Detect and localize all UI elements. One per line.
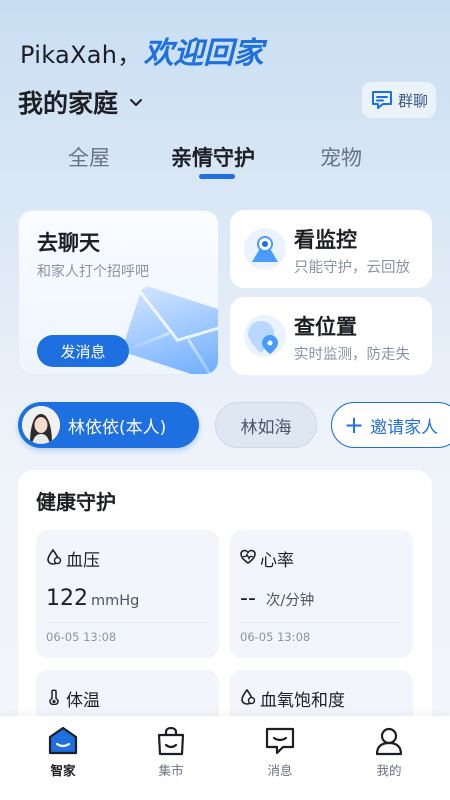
- health-time: 06-05 13:08: [46, 630, 117, 644]
- chevron-down-icon: [130, 99, 143, 106]
- chat-bubble-icon: [371, 91, 392, 109]
- member-chip-self[interactable]: 林依依(本人): [18, 402, 199, 448]
- monitor-card-subtitle: 只能守护，云回放: [294, 260, 410, 276]
- chat-card[interactable]: 去聊天 和家人打个招呼吧 发消息: [18, 210, 219, 375]
- location-card[interactable]: 查位置 实时监测，防走失: [230, 297, 432, 375]
- shopping-bag-icon: [157, 726, 185, 756]
- camera-icon: [244, 228, 286, 270]
- member-chip-other[interactable]: 林如海: [215, 402, 317, 448]
- health-unit: mmHg: [91, 593, 140, 609]
- tab-active-indicator: [199, 174, 235, 179]
- tab-bar: 全屋 亲情守护 宠物: [0, 142, 450, 182]
- envelope-icon: [123, 286, 218, 374]
- message-icon: [265, 727, 295, 755]
- send-message-button[interactable]: 发消息: [37, 335, 129, 367]
- avatar: [22, 406, 60, 444]
- health-label: 血压: [66, 551, 100, 571]
- blood-oxygen-icon: [241, 689, 256, 705]
- health-label: 血氧饱和度: [260, 691, 345, 711]
- divider: [46, 622, 209, 623]
- group-chat-button[interactable]: 群聊: [361, 82, 436, 118]
- nav-item-profile[interactable]: 我的: [354, 726, 424, 779]
- chat-card-title: 去聊天: [37, 231, 100, 255]
- group-chat-label: 群聊: [397, 91, 428, 110]
- tab-family-care[interactable]: 亲情守护: [171, 142, 255, 172]
- invite-family-button[interactable]: + 邀请家人: [331, 402, 450, 448]
- location-card-subtitle: 实时监测，防走失: [294, 347, 410, 363]
- health-time: 06-05 13:08: [240, 630, 311, 644]
- heart-rate-icon: [240, 549, 256, 564]
- tab-pets[interactable]: 宠物: [320, 142, 362, 172]
- blood-pressure-icon: [47, 549, 62, 565]
- divider: [240, 622, 403, 623]
- monitor-card[interactable]: 看监控 只能守护，云回放: [230, 210, 432, 288]
- health-title: 健康守护: [36, 490, 116, 514]
- thermometer-icon: [49, 689, 59, 705]
- tab-whole-house[interactable]: 全屋: [68, 142, 110, 172]
- nav-item-messages[interactable]: 消息: [245, 726, 315, 779]
- family-selector[interactable]: 我的家庭: [18, 84, 144, 120]
- health-unit: 次/分钟: [265, 593, 315, 609]
- welcome-text: 欢迎回家: [143, 36, 264, 71]
- bottom-nav: 智家 集市 消息 我的: [0, 716, 450, 800]
- health-section: 健康守护 血压 122 mmHg 06-05 13:08 心率 -- 次/分钟 06…: [18, 470, 432, 798]
- monitor-card-title: 看监控: [294, 228, 357, 252]
- health-value-row: -- 次/分钟: [240, 586, 314, 611]
- invite-label: 邀请家人: [370, 417, 439, 438]
- greeting: PikaXah， 欢迎回家: [20, 28, 264, 72]
- health-value: --: [240, 586, 256, 611]
- family-title: 我的家庭: [18, 89, 119, 118]
- member-other-name: 林如海: [240, 417, 292, 438]
- location-card-title: 查位置: [294, 315, 357, 339]
- nav-label: 消息: [267, 763, 293, 778]
- user-name: PikaXah，: [20, 41, 142, 69]
- nav-item-market[interactable]: 集市: [136, 726, 206, 779]
- health-value-row: 122 mmHg: [46, 586, 139, 611]
- nav-label: 智家: [50, 763, 76, 778]
- home-icon: [48, 726, 78, 755]
- member-self-name: 林依依(本人): [68, 417, 167, 438]
- nav-label: 我的: [376, 763, 402, 778]
- plus-icon: +: [344, 411, 365, 439]
- chat-card-subtitle: 和家人打个招呼吧: [37, 264, 149, 280]
- health-label: 体温: [66, 691, 100, 711]
- nav-item-home[interactable]: 智家: [28, 726, 98, 779]
- health-label: 心率: [260, 551, 294, 571]
- family-members: 林依依(本人) 林如海 + 邀请家人: [18, 402, 450, 450]
- health-card-blood-pressure[interactable]: 血压 122 mmHg 06-05 13:08: [36, 530, 219, 658]
- health-card-heart-rate[interactable]: 心率 -- 次/分钟 06-05 13:08: [230, 530, 413, 658]
- location-pin-icon: [244, 315, 286, 357]
- health-value: 122: [46, 586, 88, 611]
- nav-label: 集市: [158, 763, 184, 778]
- profile-icon: [375, 727, 403, 756]
